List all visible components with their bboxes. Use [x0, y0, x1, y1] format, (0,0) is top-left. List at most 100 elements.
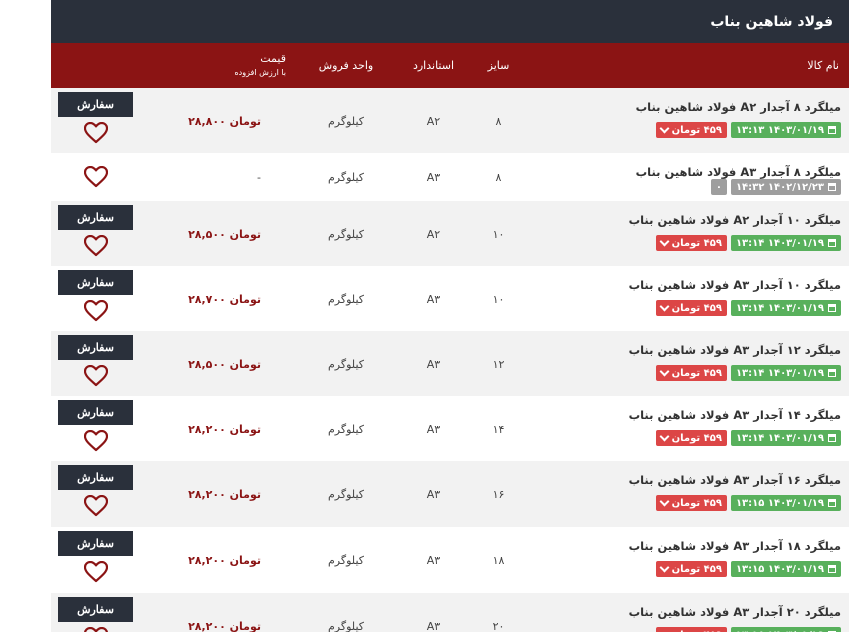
update-date: ۱۴۰۲/۱۲/۲۳ ۱۴:۳۲ [735, 181, 824, 193]
header-size: سایز [487, 59, 510, 72]
heart-icon[interactable] [83, 121, 109, 144]
price-change: ۴۵۹ تومان [671, 432, 722, 444]
panel-title-bar: فولاد شاهین بناب [51, 0, 849, 43]
table-row: میلگرد ۸ آجدار A۲ فولاد شاهین بناب ۱۴۰۳/۰… [51, 88, 849, 153]
price-change-badge[interactable]: ۴۵۹ تومان [655, 627, 727, 632]
price-change-badge[interactable]: ۴۵۹ تومان [655, 430, 727, 446]
calendar-icon [828, 183, 836, 191]
calendar-icon [828, 369, 836, 377]
order-button[interactable]: سفارش [58, 400, 133, 425]
standard-value: A۳ [426, 554, 441, 567]
chevron-down-icon [659, 123, 670, 134]
order-button[interactable]: سفارش [58, 92, 133, 117]
order-button[interactable]: سفارش [58, 335, 133, 360]
product-name[interactable]: میلگرد ۲۰ آجدار A۳ فولاد شاهین بناب [511, 605, 841, 619]
unit-value: کیلوگرم [328, 358, 364, 371]
table-row: میلگرد ۱۶ آجدار A۳ فولاد شاهین بناب ۱۴۰۳/… [51, 461, 849, 527]
table-row: میلگرد ۲۰ آجدار A۳ فولاد شاهین بناب ۱۴۰۳/… [51, 593, 849, 632]
calendar-icon [828, 565, 836, 573]
price-change: ۴۵۹ تومان [671, 302, 722, 314]
table-row: میلگرد ۱۸ آجدار A۳ فولاد شاهین بناب ۱۴۰۳/… [51, 527, 849, 593]
unit-value: کیلوگرم [328, 620, 364, 632]
update-date: ۱۴۰۳/۰۱/۱۹ ۱۳:۱۴ [735, 367, 824, 379]
price-value: ۲۸,۲۰۰ تومان [188, 488, 261, 501]
calendar-icon [828, 499, 836, 507]
update-date-badge: ۱۴۰۳/۰۱/۱۹ ۱۳:۱۵ [730, 561, 841, 577]
table-row: میلگرد ۱۲ آجدار A۳ فولاد شاهین بناب ۱۴۰۳/… [51, 331, 849, 396]
update-date-badge: ۱۴۰۲/۱۲/۲۳ ۱۴:۳۲ [730, 179, 841, 195]
update-date: ۱۴۰۳/۰۱/۱۹ ۱۳:۱۴ [735, 237, 824, 249]
chevron-down-icon [659, 628, 670, 632]
size-value: ۱۰ [492, 228, 505, 241]
heart-icon[interactable] [84, 626, 108, 632]
price-change: ۴۵۹ تومان [671, 497, 722, 509]
update-date-badge: ۱۴۰۳/۰۱/۱۹ ۱۳:۱۴ [730, 430, 841, 446]
product-badges: ۱۴۰۳/۰۱/۱۹ ۱۳:۱۳ ۴۵۹ تومان [655, 122, 841, 138]
price-value: - [257, 171, 261, 184]
product-name[interactable]: میلگرد ۱۸ آجدار A۳ فولاد شاهین بناب [511, 539, 841, 553]
order-button[interactable]: سفارش [58, 597, 133, 622]
price-change-badge[interactable]: ۴۵۹ تومان [655, 495, 727, 511]
heart-icon[interactable] [83, 234, 109, 257]
product-badges: ۱۴۰۲/۱۲/۲۳ ۱۴:۳۲ ۰ [710, 179, 841, 195]
update-date: ۱۴۰۳/۰۱/۱۹ ۱۳:۱۵ [735, 563, 824, 575]
unit-value: کیلوگرم [328, 171, 364, 184]
heart-icon[interactable] [83, 560, 109, 583]
price-change-badge[interactable]: ۴۵۹ تومان [655, 365, 727, 381]
standard-value: A۳ [426, 488, 441, 501]
size-value: ۱۲ [492, 358, 505, 371]
product-name[interactable]: میلگرد ۸ آجدار A۳ فولاد شاهین بناب [511, 165, 841, 179]
price-change: ۰ [715, 181, 722, 193]
table-row: میلگرد ۱۴ آجدار A۳ فولاد شاهین بناب ۱۴۰۳/… [51, 396, 849, 461]
size-value: ۱۶ [492, 488, 505, 501]
standard-value: A۳ [426, 293, 441, 306]
price-change-badge[interactable]: ۴۵۹ تومان [655, 235, 727, 251]
order-button[interactable]: سفارش [58, 270, 133, 295]
header-unit: واحد فروش [318, 59, 374, 72]
price-change-badge[interactable]: ۴۵۹ تومان [655, 561, 727, 577]
update-date: ۱۴۰۳/۰۱/۱۹ ۱۳:۱۵ [735, 497, 824, 509]
update-date: ۱۴۰۳/۰۱/۱۹ ۱۳:۱۳ [735, 124, 824, 136]
price-change-badge[interactable]: ۴۵۹ تومان [655, 300, 727, 316]
product-badges: ۱۴۰۳/۰۱/۱۹ ۱۳:۱۵ ۴۵۹ تومان [655, 495, 841, 511]
price-value: ۲۸,۵۰۰ تومان [188, 228, 261, 241]
order-button[interactable]: سفارش [58, 465, 133, 490]
chevron-down-icon [659, 431, 670, 442]
chevron-down-icon [659, 496, 670, 507]
order-button[interactable]: سفارش [58, 205, 133, 230]
product-name[interactable]: میلگرد ۱۴ آجدار A۳ فولاد شاهین بناب [511, 408, 841, 422]
product-name[interactable]: میلگرد ۱۲ آجدار A۳ فولاد شاهین بناب [511, 343, 841, 357]
product-name[interactable]: میلگرد ۱۶ آجدار A۳ فولاد شاهین بناب [511, 473, 841, 487]
size-value: ۲۰ [492, 620, 505, 632]
update-date-badge: ۱۴۰۳/۰۱/۱۹ ۱۳:۱۵ [730, 495, 841, 511]
price-change-badge[interactable]: ۰ [710, 179, 727, 195]
heart-icon[interactable] [83, 429, 109, 452]
heart-icon[interactable] [83, 165, 109, 188]
size-value: ۱۸ [492, 554, 505, 567]
standard-value: A۲ [426, 228, 441, 241]
product-name[interactable]: میلگرد ۸ آجدار A۲ فولاد شاهین بناب [511, 100, 841, 114]
product-name[interactable]: میلگرد ۱۰ آجدار A۲ فولاد شاهین بناب [511, 213, 841, 227]
standard-value: A۳ [426, 171, 441, 184]
heart-icon[interactable] [83, 299, 109, 322]
size-value: ۱۰ [492, 293, 505, 306]
product-badges: ۱۴۰۳/۰۱/۱۹ ۱۳:۱۴ ۴۵۹ تومان [655, 300, 841, 316]
standard-value: A۳ [426, 358, 441, 371]
standard-value: A۳ [426, 620, 441, 632]
unit-value: کیلوگرم [328, 488, 364, 501]
product-badges: ۱۴۰۳/۰۱/۱۹ ۱۳:۱۵۴۵۹ تومان [655, 627, 841, 632]
unit-value: کیلوگرم [328, 228, 364, 241]
order-button[interactable]: سفارش [58, 531, 133, 556]
price-change-badge[interactable]: ۴۵۹ تومان [655, 122, 727, 138]
price-value: ۲۸,۷۰۰ تومان [188, 293, 261, 306]
product-name[interactable]: میلگرد ۱۰ آجدار A۳ فولاد شاهین بناب [511, 278, 841, 292]
heart-icon[interactable] [83, 494, 109, 517]
unit-value: کیلوگرم [328, 293, 364, 306]
price-change: ۴۵۹ تومان [671, 367, 722, 379]
chevron-down-icon [659, 236, 670, 247]
price-change: ۴۵۹ تومان [671, 563, 722, 575]
heart-icon[interactable] [83, 364, 109, 387]
update-date-badge: ۱۴۰۳/۰۱/۱۹ ۱۳:۱۴ [730, 235, 841, 251]
standard-value: A۲ [426, 115, 441, 128]
calendar-icon [828, 304, 836, 312]
